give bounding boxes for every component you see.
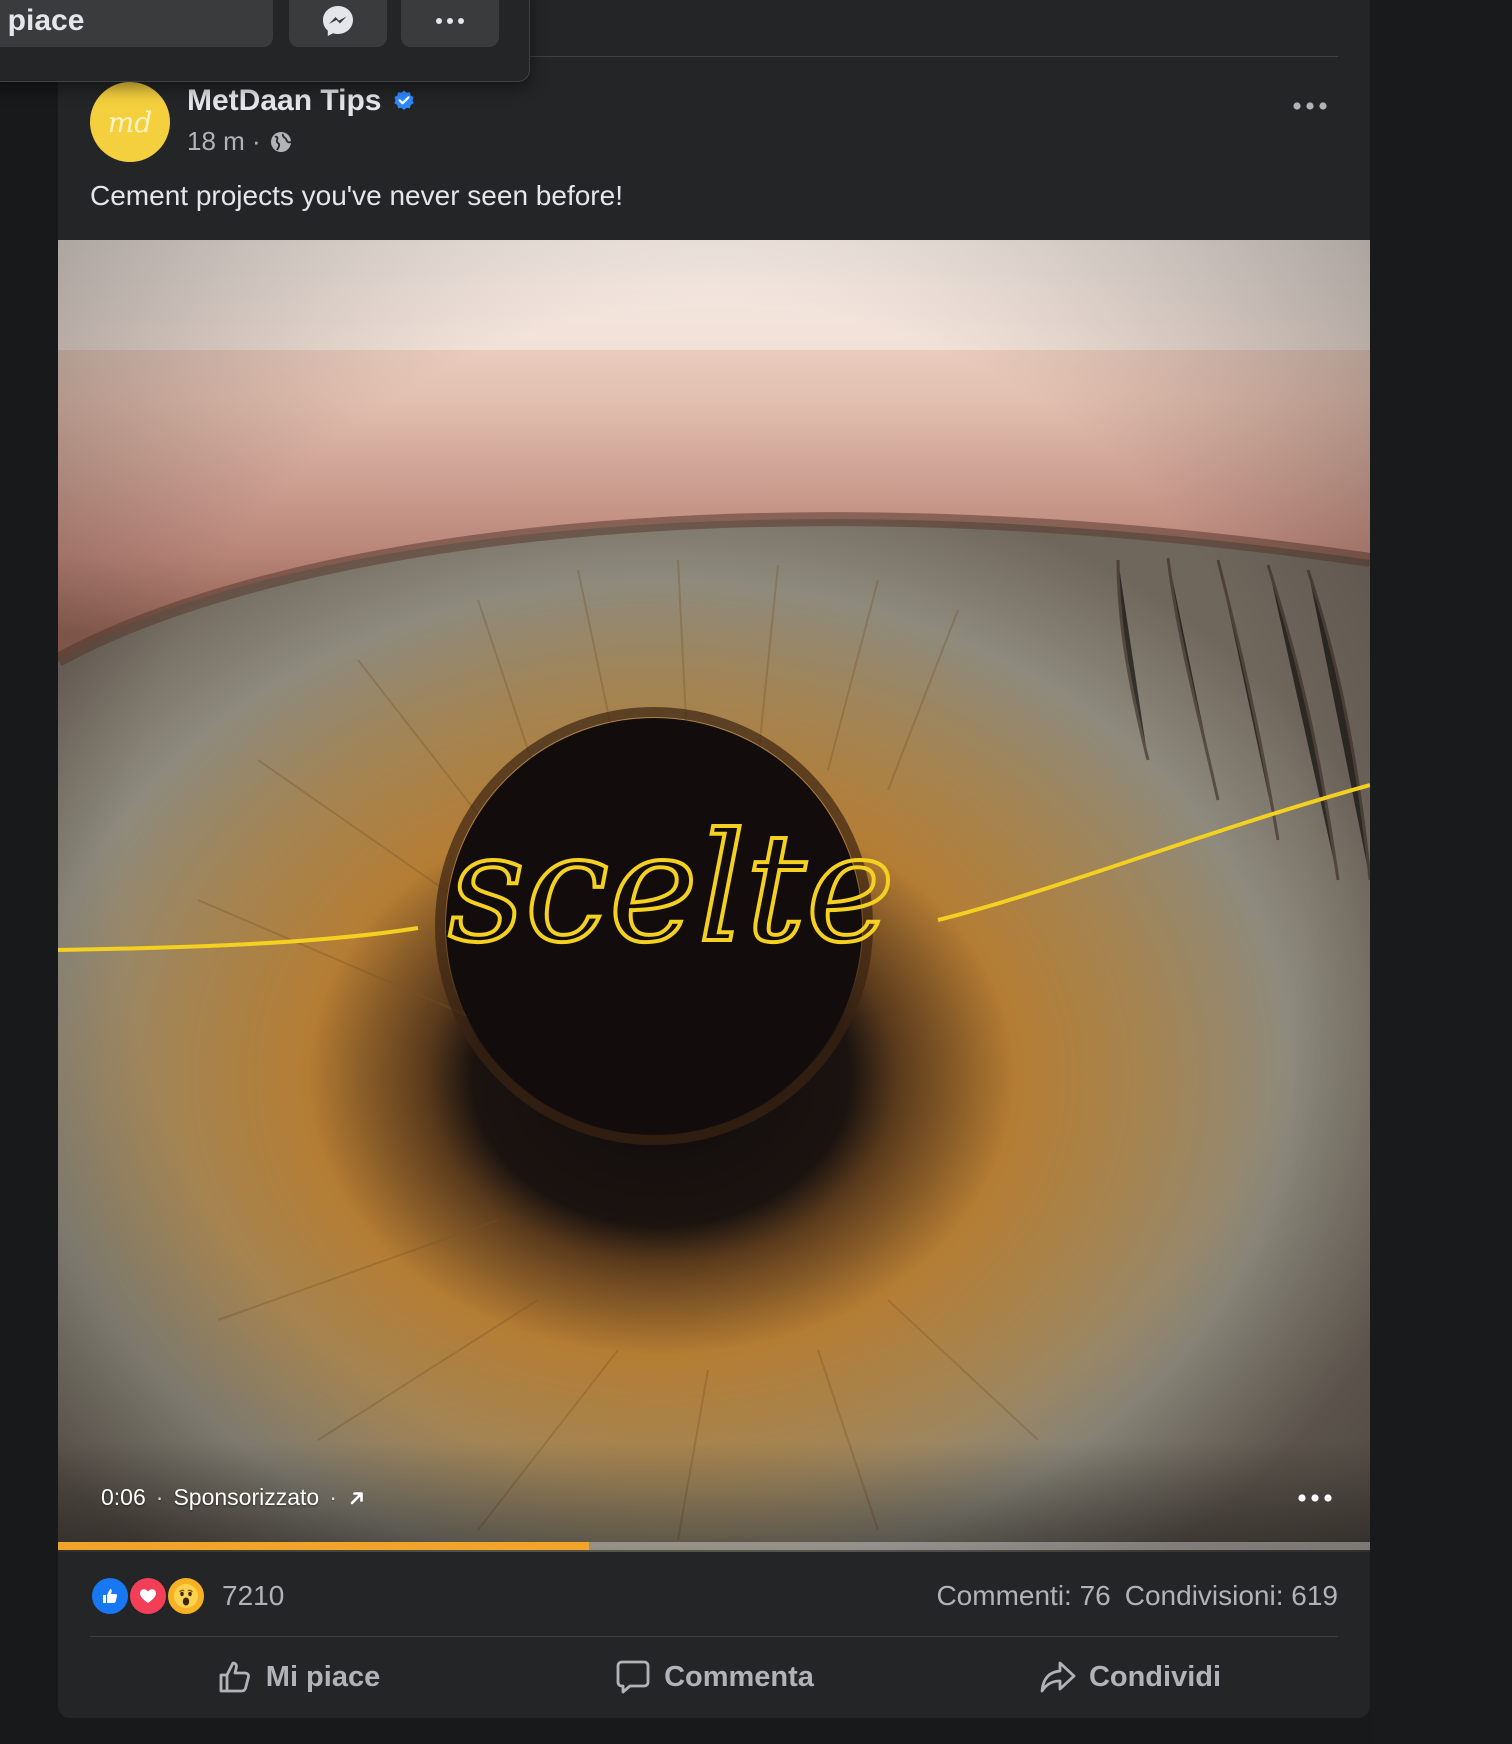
share-button[interactable]: Condividi (922, 1644, 1338, 1710)
like-reaction-icon (90, 1576, 130, 1616)
wow-reaction-icon (166, 1576, 206, 1616)
sponsored-label[interactable]: Sponsorizzato (173, 1484, 319, 1511)
post-text: Cement projects you've never seen before… (90, 180, 623, 211)
page-action-popup: i piace (0, 0, 530, 82)
globe-icon (270, 131, 291, 152)
shares-count[interactable]: Condivisioni: 619 (1125, 1580, 1338, 1612)
post-header: md MetDaan Tips 18 m · (90, 82, 1338, 162)
thumbs-up-icon (219, 1661, 250, 1693)
video-timestamp: 0:06 (101, 1484, 146, 1510)
like-button[interactable]: Mi piace (90, 1644, 506, 1710)
share-button-label: Condividi (1088, 1660, 1222, 1693)
popup-like-button[interactable]: i piace (0, 0, 273, 47)
separator-dot: · (155, 1484, 164, 1510)
verified-badge-icon (393, 90, 414, 110)
more-horizontal-icon (1298, 1494, 1332, 1502)
post-meta: 18 m · (187, 126, 293, 157)
video-progress-fill (58, 1542, 590, 1550)
external-arrow-icon[interactable] (347, 1488, 367, 1508)
page-name-link[interactable]: MetDaan Tips (187, 84, 416, 118)
comment-bubble-icon (616, 1660, 650, 1694)
actions-divider (90, 1636, 1338, 1637)
post-card: md MetDaan Tips 18 m · Cement projects y… (58, 0, 1370, 1718)
engagement-summary: 7210 Commenti: 76 Condivisioni: 619 (90, 1570, 1338, 1620)
video-progress-bar[interactable] (58, 1542, 1370, 1550)
more-horizontal-icon (1293, 102, 1327, 110)
more-horizontal-icon (436, 18, 464, 24)
video-options-button[interactable] (1290, 1480, 1340, 1516)
avatar-monogram: md (107, 105, 153, 139)
page-name: MetDaan Tips (187, 84, 382, 117)
comment-button[interactable]: Commenta (506, 1644, 922, 1710)
comments-count[interactable]: Commenti: 76 (936, 1580, 1110, 1612)
popup-like-label: i piace (0, 4, 85, 37)
share-arrow-icon (1040, 1661, 1076, 1693)
video-meta: 0:06 · Sponsorizzato · (101, 1484, 367, 1511)
eye-video-frame: scelte (58, 240, 1370, 1552)
popup-more-button[interactable] (401, 0, 499, 47)
love-reaction-icon (128, 1576, 168, 1616)
reactions-summary[interactable]: 7210 (90, 1576, 284, 1616)
post-actions-bar: Mi piace Commenta Condividi (90, 1644, 1338, 1710)
separator-dot: · (329, 1484, 337, 1510)
like-button-label: Mi piace (265, 1660, 381, 1693)
video-player[interactable]: scelte 0:06 · Sponsorizzato · (58, 240, 1370, 1552)
popup-messenger-button[interactable] (289, 0, 387, 47)
messenger-icon (323, 6, 353, 36)
post-options-button[interactable] (1282, 86, 1338, 126)
post-time[interactable]: 18 m · (187, 126, 261, 157)
right-gutter (1370, 0, 1512, 1744)
left-gutter (0, 0, 58, 1744)
overlay-word: scelte (448, 802, 895, 976)
engagement-counts: Commenti: 76 Condivisioni: 619 (936, 1580, 1338, 1612)
comment-button-label: Commenta (664, 1660, 814, 1693)
reaction-count: 7210 (222, 1580, 285, 1611)
page-avatar[interactable]: md (90, 82, 170, 162)
